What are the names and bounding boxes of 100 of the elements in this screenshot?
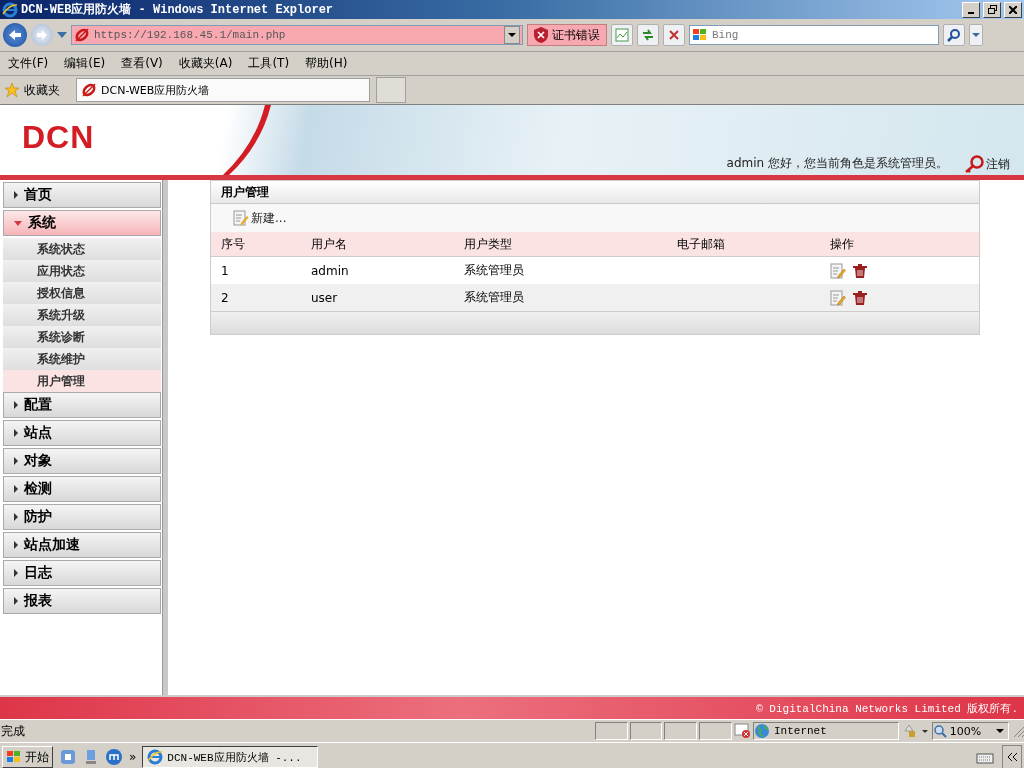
trash-icon[interactable] <box>851 289 868 306</box>
column-header: 操作 <box>819 232 979 257</box>
favorites-button[interactable]: 收藏夹 <box>4 81 70 99</box>
sidebar-item[interactable]: 首页 <box>3 182 162 208</box>
sidebar-subitem[interactable]: 系统状态 <box>3 238 162 260</box>
status-pane <box>664 722 698 740</box>
start-button[interactable]: 开始 <box>2 746 53 768</box>
stop-icon <box>669 30 679 40</box>
sidebar-subitem[interactable]: 应用状态 <box>3 260 162 282</box>
search-button[interactable] <box>943 24 965 46</box>
status-pane <box>699 722 732 740</box>
popup-blocked-icon[interactable] <box>733 723 751 739</box>
address-dropdown-button[interactable] <box>504 26 520 44</box>
protected-mode-icon[interactable] <box>902 723 930 739</box>
logo: DCN <box>22 119 96 156</box>
back-arrow-icon <box>8 29 22 41</box>
column-header: 序号 <box>211 232 301 257</box>
trash-icon[interactable] <box>851 262 868 279</box>
menu-item[interactable]: 帮助(H) <box>305 55 348 72</box>
menu-item[interactable]: 文件(F) <box>8 55 49 72</box>
site-icon <box>81 82 97 98</box>
menu-item[interactable]: 工具(T) <box>248 55 290 72</box>
computer-shortcut-icon[interactable] <box>83 748 99 766</box>
menu-item[interactable]: 收藏夹(A) <box>178 55 233 72</box>
menu-item[interactable]: 编辑(E) <box>64 55 106 72</box>
windows-flag-icon <box>6 750 22 764</box>
sidebar-item[interactable]: 系统 <box>3 210 162 236</box>
compatibility-button[interactable] <box>611 24 633 46</box>
stop-button[interactable] <box>663 24 685 46</box>
logout-link[interactable]: 注销 <box>964 155 1010 173</box>
forward-arrow-icon <box>36 30 48 40</box>
keyboard-icon[interactable] <box>976 750 994 764</box>
certificate-error-button[interactable]: 证书错误 <box>527 24 607 46</box>
edit-icon[interactable] <box>829 289 846 306</box>
column-header: 电子邮箱 <box>666 232 820 257</box>
refresh-button[interactable] <box>637 24 659 46</box>
table-cell: admin <box>301 256 455 284</box>
column-header: 用户类型 <box>454 232 667 257</box>
table-cell: 系统管理员 <box>454 284 667 311</box>
window-title: DCN-WEB应用防火墙 - Windows Internet Explorer <box>21 1 335 18</box>
panel-title: 用户管理 <box>211 181 979 204</box>
sidebar-item[interactable]: 检测 <box>3 476 162 502</box>
restore-button[interactable] <box>983 1 1001 18</box>
table-cell: user <box>301 284 455 311</box>
table-cell: 1 <box>211 256 301 284</box>
column-header: 用户名 <box>301 232 455 257</box>
more-shortcuts-button[interactable]: » <box>129 750 137 764</box>
minimize-button[interactable] <box>962 1 980 18</box>
double-chevron-icon <box>1007 753 1017 761</box>
table-cell: 2 <box>211 284 301 311</box>
browser-tab[interactable]: DCN-WEB应用防火墙 <box>76 78 370 102</box>
security-zone[interactable]: Internet <box>753 722 899 740</box>
close-icon <box>1009 5 1017 14</box>
browser-logo-icon <box>147 749 164 765</box>
sidebar-item[interactable]: 对象 <box>3 448 162 474</box>
globe-icon <box>754 723 770 739</box>
table-cell: 系统管理员 <box>454 256 667 284</box>
edit-icon[interactable] <box>829 262 846 279</box>
taskbar-window-button[interactable]: DCN-WEB应用防火墙 -... <box>142 746 319 768</box>
status-text: 完成 <box>0 722 26 740</box>
sidebar-item[interactable]: 站点 <box>3 420 162 446</box>
search-icon <box>947 28 961 42</box>
sidebar-item[interactable]: 日志 <box>3 560 162 586</box>
browser-logo-icon <box>2 1 18 18</box>
copyright-text: © DigitalChina Networks Limited 版权所有. <box>756 701 1018 716</box>
page-chart-icon <box>615 28 629 42</box>
sidebar-item[interactable]: 站点加速 <box>3 532 162 558</box>
sidebar-item[interactable]: 配置 <box>3 392 162 418</box>
sidebar-subitem[interactable]: 用户管理 <box>3 370 162 392</box>
search-field[interactable]: Bing <box>689 25 939 45</box>
status-pane <box>629 722 663 740</box>
menu-item[interactable]: 查看(V) <box>121 55 163 72</box>
browser-shortcut-icon[interactable] <box>105 748 123 766</box>
star-icon <box>4 82 20 98</box>
greeting-text: admin 您好，您当前角色是系统管理员。 <box>726 155 948 172</box>
close-button[interactable] <box>1004 1 1022 18</box>
new-document-icon <box>233 210 249 226</box>
minimize-icon <box>968 11 974 14</box>
sidebar-subitem[interactable]: 授权信息 <box>3 282 162 304</box>
back-button[interactable] <box>3 23 27 47</box>
desktop-shortcut-icon[interactable] <box>59 748 77 766</box>
status-pane <box>595 722 628 740</box>
sidebar-item[interactable]: 报表 <box>3 588 162 614</box>
sidebar-subitem[interactable]: 系统升级 <box>3 304 162 326</box>
site-icon <box>74 27 90 43</box>
shield-icon <box>534 27 548 43</box>
sidebar-item[interactable]: 防护 <box>3 504 162 530</box>
history-dropdown-icon[interactable] <box>57 32 67 38</box>
refresh-icon <box>641 28 655 42</box>
zoom-control[interactable]: 100% <box>931 722 1009 740</box>
restore-icon <box>987 5 997 14</box>
sidebar-subitem[interactable]: 系统诊断 <box>3 326 162 348</box>
search-options-button[interactable] <box>969 24 983 46</box>
sidebar-subitem[interactable]: 系统维护 <box>3 348 162 370</box>
magnifier-icon <box>932 724 947 738</box>
caret-icon <box>972 33 980 37</box>
caret-icon <box>508 33 516 37</box>
new-button[interactable]: 新建... <box>233 209 287 227</box>
show-tray-button[interactable] <box>1002 745 1022 768</box>
address-field[interactable]: https://192.168.45.1/main.php <box>71 25 523 45</box>
